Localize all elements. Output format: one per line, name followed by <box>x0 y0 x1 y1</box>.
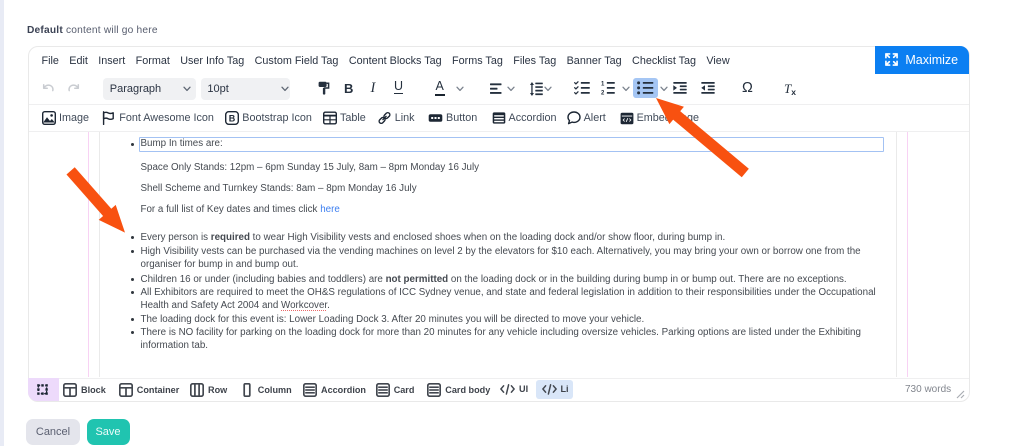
svg-text:2: 2 <box>601 91 605 95</box>
svg-text:1: 1 <box>601 82 605 88</box>
svg-text:B: B <box>229 113 236 123</box>
